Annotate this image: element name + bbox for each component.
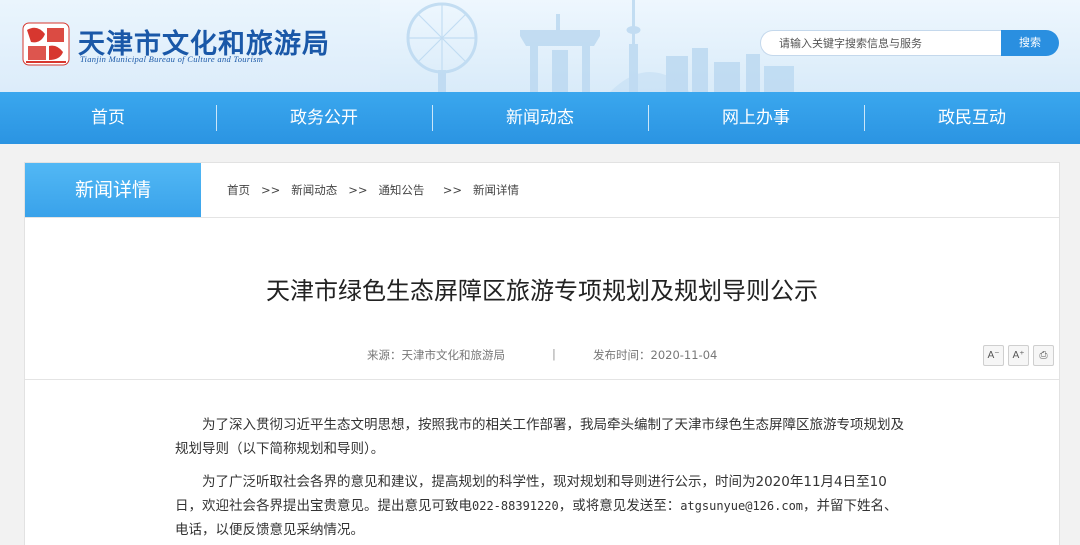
article-paragraph: 为了广泛听取社会各界的意见和建议，提高规划的科学性，现对规划和导则进行公示，时间… [175,474,898,538]
divider [25,379,1059,380]
meta-separator: | [552,347,556,361]
article-paragraph: 为了深入贯彻习近平生态文明思想，按照我市的相关工作部署，我局牵头编制了天津市绿色… [175,417,904,457]
search-input[interactable] [760,30,1002,56]
search-button[interactable]: 搜索 [1001,30,1059,56]
font-smaller-icon[interactable]: A⁻ [983,345,1004,366]
contact-email-link[interactable]: atgsunyue@126.com [680,499,803,513]
divider [25,217,1059,218]
news-detail-tab: 新闻详情 [25,163,201,217]
nav-item-online-services[interactable]: 网上办事 [648,92,864,144]
breadcrumb-home[interactable]: 首页 [227,163,250,217]
bureau-logo-icon [22,22,70,66]
breadcrumb-separator: >> [260,183,281,197]
breadcrumb: 首页 >> 新闻动态 >> 通知公告 >> 新闻详情 [227,163,519,217]
breadcrumb-separator: >> [348,183,368,197]
breadcrumb-current: 新闻详情 [472,183,519,197]
breadcrumb-notices[interactable]: 通知公告 [378,163,424,217]
breadcrumb-separator: >> [442,183,462,197]
site-subtitle: Tianjin Municipal Bureau of Culture and … [80,54,264,64]
font-larger-icon[interactable]: A⁺ [1008,345,1029,366]
article-body: 为了深入贯彻习近平生态文明思想，按照我市的相关工作部署，我局牵头编制了天津市绿色… [175,413,911,545]
content-panel: 新闻详情 首页 >> 新闻动态 >> 通知公告 >> 新闻详情 天津市绿色生态屏… [24,162,1060,545]
site-header: 天津市文化和旅游局 Tianjin Municipal Bureau of Cu… [0,0,1080,92]
nav-item-news[interactable]: 新闻动态 [432,92,648,144]
nav-item-interaction[interactable]: 政民互动 [864,92,1080,144]
city-skyline-illustration [406,0,794,92]
breadcrumb-separator [250,163,261,217]
nav-item-government-affairs[interactable]: 政务公开 [216,92,432,144]
main-nav: 首页 政务公开 新闻动态 网上办事 政民互动 [0,92,1080,144]
article-tools: A⁻ A⁺ ⎙ [983,345,1054,366]
article-date: 发布时间：2020-11-04 [593,348,718,362]
breadcrumb-news[interactable]: 新闻动态 [291,163,337,217]
article-source: 来源：天津市文化和旅游局 [367,348,505,362]
print-icon[interactable]: ⎙ [1033,345,1054,366]
article-title: 天津市绿色生态屏障区旅游专项规划及规划导则公示 [266,277,818,305]
contact-phone: 022-88391220 [472,499,559,513]
nav-item-home[interactable]: 首页 [0,92,216,144]
